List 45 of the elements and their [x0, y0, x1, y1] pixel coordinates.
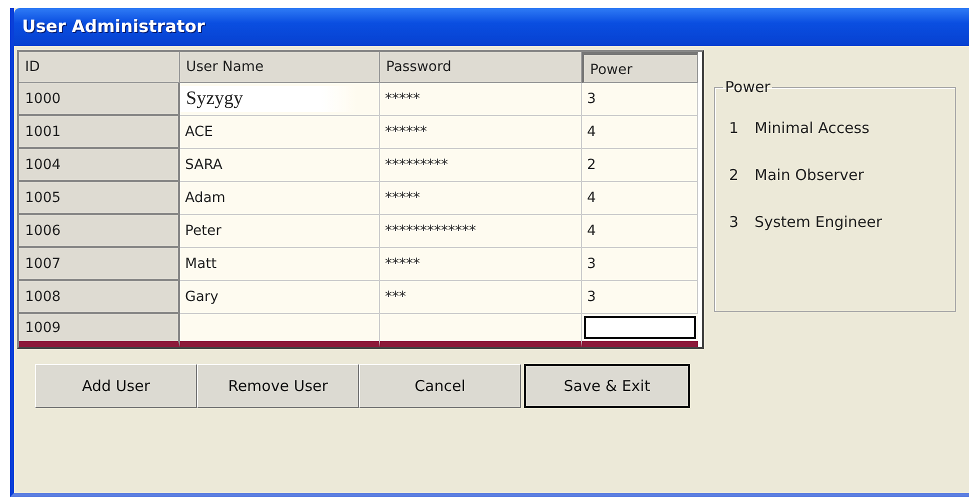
table-cell: ACE [180, 116, 380, 149]
dialog-button[interactable]: Cancel [359, 364, 521, 408]
row-header[interactable]: 1000 [19, 83, 180, 116]
level-label: System Engineer [754, 212, 882, 230]
table-cell: 4 [582, 215, 698, 248]
column-header[interactable]: ID [19, 52, 180, 83]
dialog-button[interactable]: Remove User [197, 364, 359, 408]
table-cell: Peter [180, 215, 380, 248]
level-number: 1 [729, 118, 739, 136]
table-cell: 4 [582, 182, 698, 215]
column-header[interactable]: User Name [180, 52, 380, 83]
column-header[interactable]: Power [582, 52, 698, 83]
dialog-button[interactable]: Save & Exit [524, 364, 690, 408]
level-label: Main Observer [754, 166, 864, 184]
level-label: Minimal Access [754, 118, 870, 136]
row-header[interactable]: 1009 [19, 314, 180, 347]
table-cell: 3 [582, 83, 698, 116]
table-cell: ****** [380, 116, 582, 149]
focused-cell[interactable] [584, 316, 696, 339]
level-number: 2 [729, 166, 739, 184]
window-title: User Administrator [22, 17, 205, 37]
dialog-button[interactable]: Add User [35, 364, 197, 408]
table-cell: Matt [180, 248, 380, 281]
row-header[interactable]: 1008 [19, 281, 180, 314]
group-title: Power [724, 78, 772, 96]
table-cell: ***** [380, 182, 582, 215]
table-cell: Adam [180, 182, 380, 215]
column-header[interactable]: Password [380, 52, 582, 83]
row-header[interactable]: 1004 [19, 149, 180, 182]
table-cell: ********* [380, 149, 582, 182]
table-cell: 4 [582, 116, 698, 149]
table-cell: ***** [380, 248, 582, 281]
table-cell: ***** [380, 83, 582, 116]
row-header[interactable]: 1005 [19, 182, 180, 215]
row-header[interactable]: 1007 [19, 248, 180, 281]
table-cell: *** [380, 281, 582, 314]
table-cell: ************* [380, 215, 582, 248]
table-cell: SARA [180, 149, 380, 182]
level-number: 3 [729, 212, 739, 230]
table-cell: 3 [582, 248, 698, 281]
row-header[interactable]: 1001 [19, 116, 180, 149]
row-header[interactable]: 1006 [19, 215, 180, 248]
table-cell: 3 [582, 281, 698, 314]
table-cell: 2 [582, 149, 698, 182]
table-cell: Gary [180, 281, 380, 314]
